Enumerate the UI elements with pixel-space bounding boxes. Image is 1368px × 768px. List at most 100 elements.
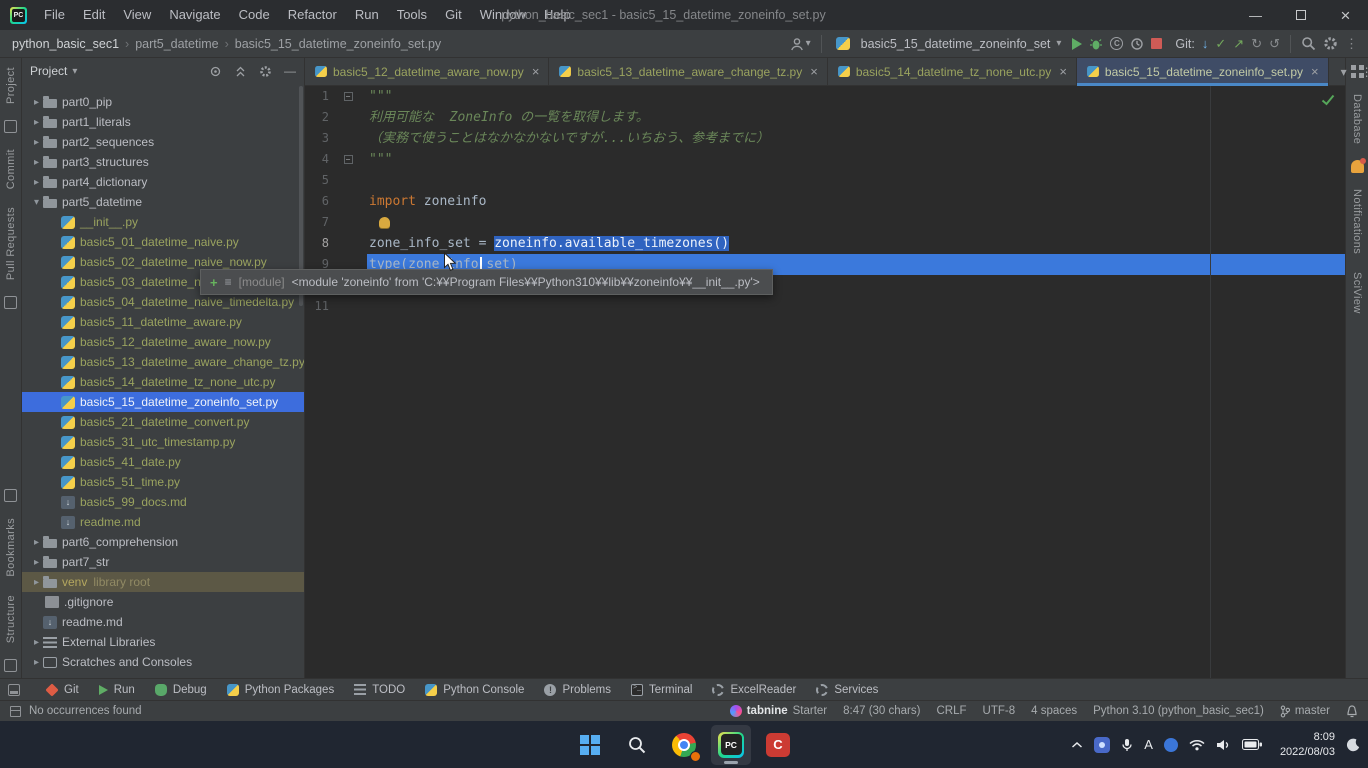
status-panel-icon[interactable]: [10, 706, 21, 717]
collapse-all-icon[interactable]: [234, 65, 247, 78]
tree-item-part0-pip[interactable]: ▸part0_pip: [22, 92, 304, 112]
menu-run[interactable]: Run: [346, 7, 388, 22]
git-refresh-icon[interactable]: ↻: [1251, 37, 1262, 50]
tree-chevron-icon[interactable]: ▸: [30, 537, 43, 548]
add-icon[interactable]: +: [210, 275, 218, 290]
tab-close-icon[interactable]: ×: [1059, 64, 1067, 79]
tree-chevron-icon[interactable]: ▸: [30, 577, 43, 588]
toolwindow-stripe-commit[interactable]: Commit: [5, 149, 17, 189]
profile-button[interactable]: ▾: [790, 37, 811, 51]
menu-edit[interactable]: Edit: [74, 7, 114, 22]
hide-panel-icon[interactable]: —: [284, 64, 296, 78]
taskbar-clock[interactable]: 8:09 2022/08/03: [1280, 730, 1335, 759]
indent-setting[interactable]: 4 spaces: [1031, 705, 1077, 717]
tree-item-basic5-11-datetime-aware-py[interactable]: basic5_11_datetime_aware.py: [22, 312, 304, 332]
interpreter-setting[interactable]: Python 3.10 (python_basic_sec1): [1093, 705, 1264, 717]
coverage-button[interactable]: C: [1110, 37, 1123, 50]
toolwindow-stripe-pull-requests[interactable]: Pull Requests: [5, 207, 17, 280]
git-rollback-icon[interactable]: ↺: [1269, 37, 1280, 50]
wifi-icon[interactable]: [1189, 739, 1205, 751]
git-branch-widget[interactable]: master: [1280, 705, 1330, 718]
inspections-ok-icon[interactable]: [1321, 94, 1335, 106]
microphone-icon[interactable]: [1121, 738, 1133, 752]
editor-tab-basic5-13-datetime-aware-change-tz-py[interactable]: basic5_13_datetime_aware_change_tz.py×: [549, 58, 827, 85]
caret-position[interactable]: 8:47 (30 chars): [843, 705, 920, 717]
fold-marker-icon[interactable]: −: [329, 149, 367, 170]
debug-bug-icon[interactable]: [1089, 37, 1103, 51]
tree-chevron-icon[interactable]: ▸: [30, 177, 43, 188]
menu-file[interactable]: File: [35, 7, 74, 22]
tree-item-basic5-21-datetime-convert-py[interactable]: basic5_21_datetime_convert.py: [22, 412, 304, 432]
breadcrumb-part5-datetime[interactable]: part5_datetime: [133, 37, 220, 51]
minimize-button[interactable]: —: [1233, 0, 1278, 30]
maximize-button[interactable]: [1278, 0, 1323, 30]
ime-indicator[interactable]: A: [1144, 737, 1153, 752]
pycharm-app-button[interactable]: [711, 725, 751, 765]
tree-item-part4-dictionary[interactable]: ▸part4_dictionary: [22, 172, 304, 192]
panel-settings-gear-icon[interactable]: [259, 65, 272, 78]
tree-chevron-icon[interactable]: ▸: [30, 97, 43, 108]
toolwindow-layout-icon[interactable]: [8, 684, 20, 696]
project-panel-title[interactable]: Project: [30, 64, 67, 78]
run-configuration-select[interactable]: basic5_15_datetime_zoneinfo_set ▾: [832, 35, 1066, 53]
tree-item-gitignore[interactable]: .gitignore: [22, 592, 304, 612]
menu-tools[interactable]: Tools: [388, 7, 436, 22]
tree-item-basic5-41-date-py[interactable]: basic5_41_date.py: [22, 452, 304, 472]
toolwindow-stripe-bookmarks[interactable]: Bookmarks: [5, 518, 17, 577]
menu-view[interactable]: View: [114, 7, 160, 22]
tree-item-basic5-15-datetime-zoneinfo-set-py[interactable]: basic5_15_datetime_zoneinfo_set.py: [22, 392, 304, 412]
toolwindow-button-git[interactable]: Git: [36, 679, 89, 700]
tree-item-basic5-04-datetime-naive-timedelta-py[interactable]: basic5_04_datetime_naive_timedelta.py: [22, 292, 304, 312]
tab-close-icon[interactable]: ×: [810, 64, 818, 79]
tree-item-venv[interactable]: ▸venvlibrary root: [22, 572, 304, 592]
more-options-icon[interactable]: ⋮: [1345, 37, 1358, 50]
tree-item-part7-str[interactable]: ▸part7_str: [22, 552, 304, 572]
fold-box[interactable]: −: [344, 92, 353, 101]
tree-item-part6-comprehension[interactable]: ▸part6_comprehension: [22, 532, 304, 552]
chevron-down-icon[interactable]: ▾: [72, 66, 77, 77]
fold-box[interactable]: −: [344, 155, 353, 164]
git-commit-icon[interactable]: ✓: [1215, 37, 1226, 50]
tree-item-readme-md[interactable]: readme.md: [22, 512, 304, 532]
toolwindow-button-debug[interactable]: Debug: [145, 679, 217, 700]
code-line-8[interactable]: 8zone_info_set = zoneinfo.available_time…: [305, 233, 1345, 254]
tree-item-part1-literals[interactable]: ▸part1_literals: [22, 112, 304, 132]
tree-chevron-icon[interactable]: ▸: [30, 157, 43, 168]
notifications-icon[interactable]: [1346, 705, 1358, 718]
tab-close-icon[interactable]: ×: [532, 64, 540, 79]
code-line-7[interactable]: 7: [305, 212, 1345, 233]
tree-chevron-icon[interactable]: ▸: [30, 557, 43, 568]
commit-toolwindow-icon[interactable]: [4, 120, 17, 133]
tree-item-part5-datetime[interactable]: ▾part5_datetime: [22, 192, 304, 212]
toolwindow-icon[interactable]: [4, 296, 17, 309]
tree-item-scratches-and-consoles[interactable]: ▸Scratches and Consoles: [22, 652, 304, 672]
run-button[interactable]: [1072, 38, 1082, 50]
battery-icon[interactable]: [1242, 739, 1263, 750]
toolwindow-button-excelreader[interactable]: ExcelReader: [702, 679, 806, 700]
tree-chevron-icon[interactable]: ▸: [30, 137, 43, 148]
toolwindow-stripe-sciview[interactable]: SciView: [1351, 272, 1363, 314]
tray-blue-app-icon[interactable]: [1164, 738, 1178, 752]
line-separator[interactable]: CRLF: [936, 705, 966, 717]
intention-bulb-icon[interactable]: [379, 217, 390, 228]
tree-item-basic5-99-docs-md[interactable]: basic5_99_docs.md: [22, 492, 304, 512]
code-line-4[interactable]: 4−""": [305, 149, 1345, 170]
editor-tab-basic5-14-datetime-tz-none-utc-py[interactable]: basic5_14_datetime_tz_none_utc.py×: [828, 58, 1077, 85]
chrome-app-button[interactable]: [664, 725, 704, 765]
tab-close-icon[interactable]: ×: [1311, 64, 1319, 79]
tree-item-part3-structures[interactable]: ▸part3_structures: [22, 152, 304, 172]
menu-burger-icon[interactable]: ≡: [225, 275, 232, 289]
toolwindow-button-services[interactable]: Services: [806, 679, 888, 700]
code-line-3[interactable]: 3（実務で使うことはなかなかないですが...いちおう、参考までに）: [305, 128, 1345, 149]
search-everywhere-icon[interactable]: [1301, 36, 1316, 51]
tree-item-external-libraries[interactable]: ▸External Libraries: [22, 632, 304, 652]
tree-chevron-icon[interactable]: ▸: [30, 657, 43, 668]
toolwindow-stripe-notifications[interactable]: Notifications: [1351, 189, 1363, 254]
bookmark-icon[interactable]: [4, 489, 17, 502]
tree-item-basic5-14-datetime-tz-none-utc-py[interactable]: basic5_14_datetime_tz_none_utc.py: [22, 372, 304, 392]
tree-chevron-icon[interactable]: ▸: [30, 637, 43, 648]
tree-item-basic5-31-utc-timestamp-py[interactable]: basic5_31_utc_timestamp.py: [22, 432, 304, 452]
menu-navigate[interactable]: Navigate: [160, 7, 229, 22]
file-encoding[interactable]: UTF-8: [983, 705, 1016, 717]
settings-gear-icon[interactable]: [1323, 36, 1338, 51]
